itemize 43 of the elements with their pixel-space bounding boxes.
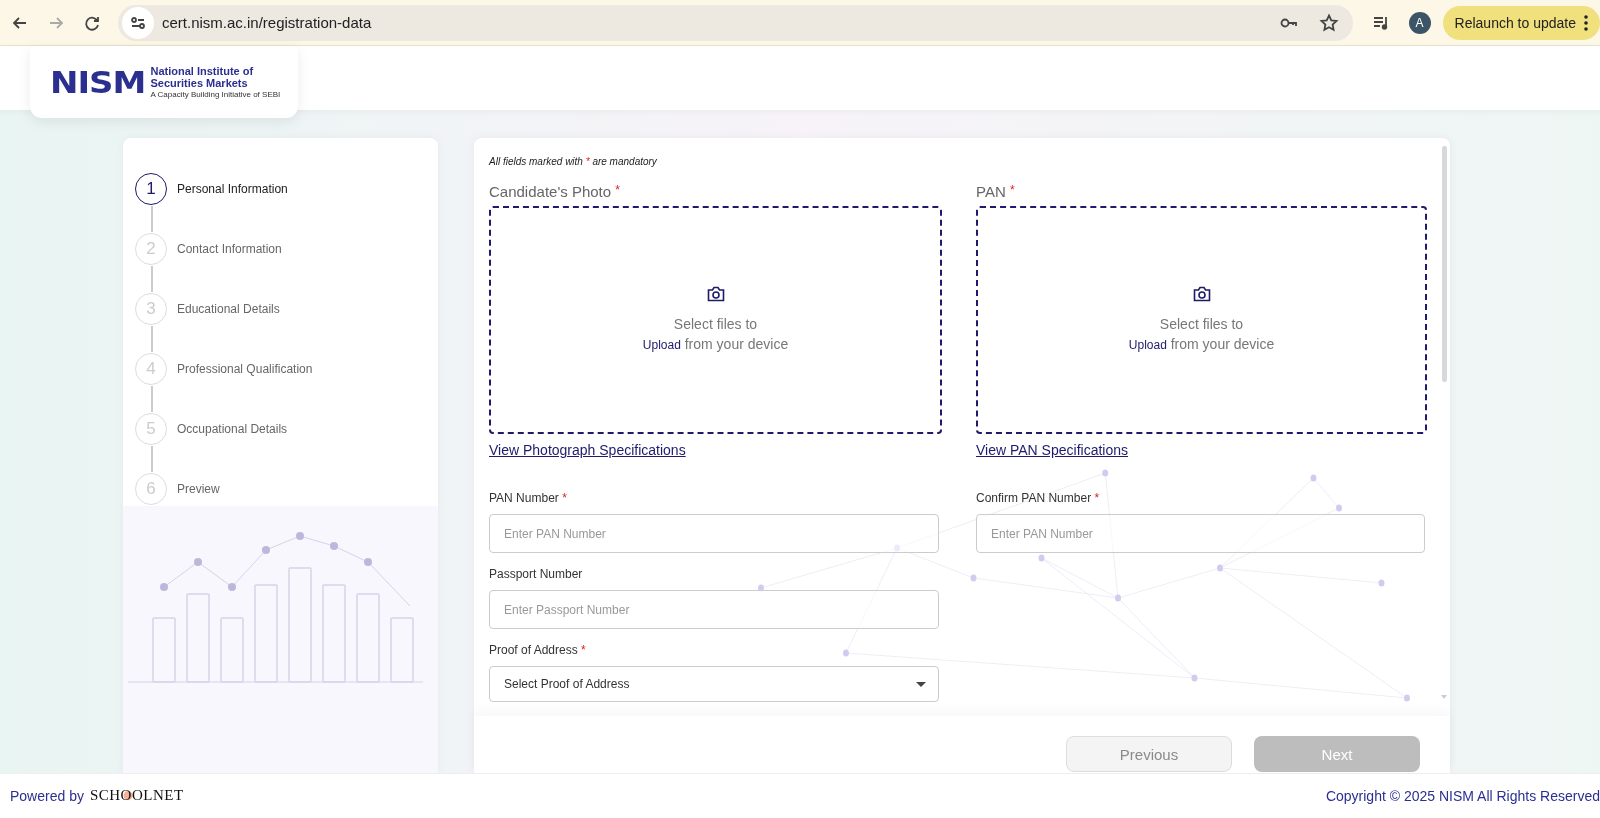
upload-dropzone[interactable]: Select files to Upload from your device	[489, 206, 942, 434]
text-input[interactable]: Enter PAN Number	[489, 514, 939, 553]
more-icon	[1584, 14, 1588, 31]
field-label: Proof of Address *	[489, 643, 587, 657]
specifications-link[interactable]: View PAN Specifications	[976, 442, 1128, 458]
copyright-text: Copyright © 2025 NISM All Rights Reserved	[1325, 788, 1600, 804]
field-label: PAN Number *	[489, 491, 568, 505]
mandatory-note: All fields marked with * are mandatory	[489, 156, 658, 167]
institute-name: Securities Markets	[150, 77, 249, 89]
step-item[interactable]: 1 Personal Information	[135, 172, 438, 206]
upload-hint: Upload from your device	[642, 334, 789, 354]
field-label: Confirm PAN Number *	[976, 491, 1101, 505]
upload-hint: Select files to	[673, 314, 758, 334]
camera-icon	[1192, 285, 1211, 302]
upload-hint: Upload from your device	[1128, 334, 1275, 354]
site-settings-icon[interactable]	[122, 6, 154, 39]
chart-point	[194, 558, 202, 566]
chart-point	[228, 583, 236, 591]
select-dropdown[interactable]: Select Proof of Address	[489, 666, 939, 702]
upload-label: Candidate's Photo *	[489, 183, 621, 200]
chart-bar	[220, 617, 244, 683]
caret-icon	[916, 681, 926, 687]
field-label: Passport Number	[489, 567, 584, 581]
upload-hint: Select files to	[1159, 314, 1244, 334]
camera-icon	[706, 285, 725, 302]
relaunch-button[interactable]: Relaunch to update	[1442, 5, 1600, 40]
text-input[interactable]: Enter PAN Number	[976, 514, 1425, 553]
profile-avatar[interactable]: A	[1408, 11, 1431, 34]
upload-dropzone[interactable]: Select files to Upload from your device	[976, 206, 1427, 434]
upload-label: PAN *	[976, 183, 1016, 200]
logo-tagline: A Capacity Building Initiative of SEBI	[150, 90, 281, 99]
chart-point	[364, 558, 372, 566]
chart-point	[330, 542, 338, 550]
specifications-link[interactable]: View Photograph Specifications	[489, 442, 686, 458]
text-input[interactable]: Enter Passport Number	[489, 590, 939, 629]
institute-name: National Institute of	[150, 65, 255, 77]
chart-bar	[152, 617, 176, 683]
logo-wordmark: NISM	[50, 64, 146, 100]
chart-point	[262, 546, 270, 554]
chart-point	[160, 583, 168, 591]
powered-by-text: Powered by	[10, 788, 84, 804]
chart-bar	[390, 617, 414, 683]
chart-point	[296, 532, 304, 540]
